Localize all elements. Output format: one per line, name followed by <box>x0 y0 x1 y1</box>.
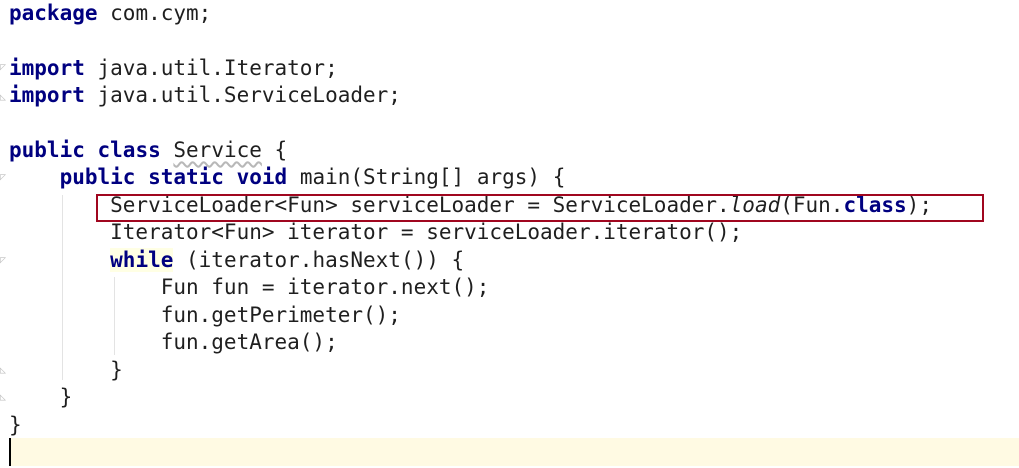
code-token: java.util.Iterator; <box>84 56 338 80</box>
code-line[interactable]: fun.getArea(); <box>9 329 338 356</box>
code-keyword: import <box>9 56 85 80</box>
code-line[interactable]: import java.util.ServiceLoader; <box>9 82 401 109</box>
code-line[interactable]: fun.getPerimeter(); <box>9 302 401 329</box>
code-token: Service <box>173 138 262 162</box>
code-token: Iterator<Fun> iterator = serviceLoader.i… <box>9 220 743 244</box>
fold-marker-icon[interactable]: ◸ <box>0 62 8 74</box>
code-token: java.util.ServiceLoader; <box>84 83 401 107</box>
code-line[interactable]: package com.cym; <box>9 0 211 27</box>
code-keyword: import <box>9 83 85 107</box>
code-token: } <box>9 385 73 409</box>
code-line[interactable]: Iterator<Fun> iterator = serviceLoader.i… <box>9 219 742 246</box>
code-keyword: public <box>9 138 85 162</box>
current-line-highlight <box>9 438 1019 466</box>
code-token: } <box>9 413 22 437</box>
code-token: { <box>261 138 288 162</box>
fold-marker-icon[interactable]: ◺ <box>0 365 8 377</box>
code-token: } <box>9 358 123 382</box>
code-editor[interactable]: ◸ ◺ ◸ ◸ ◺ ◺ package com.cym; import java.… <box>0 0 1019 468</box>
code-line[interactable]: } <box>9 384 73 411</box>
code-token: fun.getPerimeter(); <box>9 303 401 327</box>
fold-marker-icon[interactable]: ◸ <box>0 255 8 267</box>
code-token: com.cym; <box>97 1 212 25</box>
code-token: Fun fun = iterator.next(); <box>9 275 490 299</box>
text-caret <box>9 438 11 466</box>
code-keyword: class <box>97 138 161 162</box>
code-keyword: package <box>9 1 98 25</box>
code-keyword: static <box>148 165 224 189</box>
fold-marker-icon[interactable]: ◺ <box>0 92 8 104</box>
code-line[interactable]: while (iterator.hasNext()) { <box>9 247 464 274</box>
highlight-box <box>96 194 984 222</box>
code-token: (iterator.hasNext()) { <box>173 248 465 272</box>
fold-marker-icon[interactable]: ◺ <box>0 392 8 404</box>
code-token: fun.getArea(); <box>9 330 338 354</box>
code-token: main(String[] args) { <box>287 165 566 189</box>
code-line[interactable]: } <box>9 412 22 439</box>
fold-marker-icon[interactable]: ◸ <box>0 172 8 184</box>
code-line[interactable]: public static void main(String[] args) { <box>9 164 566 191</box>
code-line[interactable]: public class Service { <box>9 137 287 164</box>
code-keyword: while <box>110 248 174 272</box>
code-line[interactable]: Fun fun = iterator.next(); <box>9 274 490 301</box>
code-line[interactable]: } <box>9 357 123 384</box>
code-line[interactable]: import java.util.Iterator; <box>9 55 338 82</box>
code-keyword: public <box>59 165 136 189</box>
code-keyword: void <box>236 165 288 189</box>
